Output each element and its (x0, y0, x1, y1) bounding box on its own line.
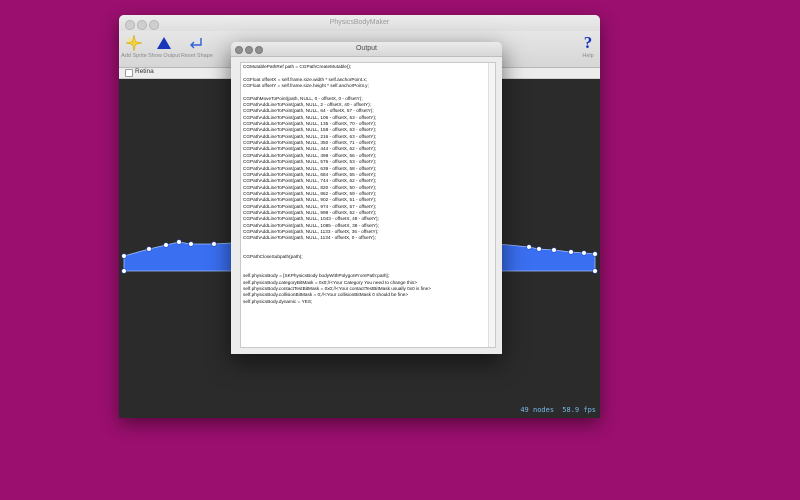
output-titlebar[interactable]: Output (231, 42, 502, 57)
help-glyph: ? (583, 33, 593, 52)
code-lines: CGMutablePathRef path = CGPathCreateMuta… (243, 64, 487, 305)
show-output-label: Show Output (148, 53, 180, 59)
output-code-textview[interactable]: CGMutablePathRef path = CGPathCreateMuta… (240, 62, 496, 348)
add-sprite-label: Add Sprite (121, 53, 147, 59)
reset-shape-label: Reset Shape (181, 53, 213, 59)
output-scrollbar[interactable] (488, 63, 495, 347)
reset-shape-button[interactable]: Reset Shape (181, 33, 213, 59)
node-count: 49 nodes (520, 406, 555, 414)
output-title: Output (355, 45, 377, 52)
triangle-icon (148, 33, 180, 53)
help-label: Help (582, 53, 594, 59)
window-title: PhysicsBodyMaker (329, 19, 390, 26)
return-arrow-icon (181, 33, 211, 53)
sparkle-icon (121, 33, 147, 53)
show-output-button[interactable]: Show Output (148, 33, 180, 59)
code-line: self.physicsBody.dynamic = YES; (243, 298, 313, 304)
fps-counter: 58.9 fps (562, 406, 596, 414)
question-icon: ? (578, 33, 598, 53)
retina-label: Retina (135, 68, 154, 75)
scene-stats: 49 nodes 58.9 fps (516, 406, 596, 414)
help-button[interactable]: ? Help (578, 33, 598, 59)
retina-checkbox[interactable] (125, 69, 133, 77)
add-sprite-button[interactable]: Add Sprite (121, 33, 147, 59)
output-window: Output CGMutablePathRef path = CGPathCre… (231, 42, 502, 354)
